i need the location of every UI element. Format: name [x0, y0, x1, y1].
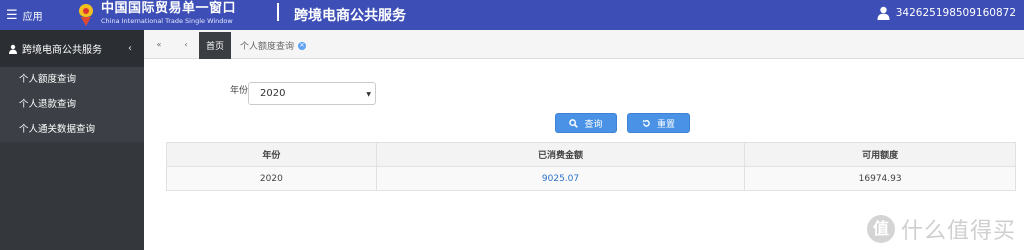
- sidebar: 跨境电商公共服务 ‹ 个人额度查询 个人退款查询 个人通关数据查询: [0, 30, 144, 250]
- menu-icon: ☰: [6, 7, 18, 23]
- cell-available-quota: 16974.93: [744, 166, 1016, 191]
- year-label: 年份: [230, 86, 249, 96]
- column-header-year[interactable]: 年份: [166, 142, 377, 167]
- tab-label: 个人额度查询: [240, 42, 295, 52]
- search-icon: [569, 118, 579, 128]
- single-window-emblem-icon: [79, 4, 93, 26]
- watermark-logo: 值: [866, 215, 895, 243]
- app-menu-label: 应用: [22, 11, 43, 23]
- close-icon[interactable]: ✕: [298, 41, 307, 50]
- quota-table: 年份 已消费金额 可用额度 2020 9025.07 16974.93: [166, 142, 1016, 191]
- sidebar-menu: 个人额度查询 个人退款查询 个人通关数据查询: [0, 67, 144, 142]
- watermark-text: 什么值得买: [900, 219, 1016, 244]
- brand-logo[interactable]: 中国国际贸易单一窗口 China International Trade Sin…: [101, 2, 236, 25]
- query-button[interactable]: 查询: [555, 113, 617, 133]
- tab-scroll-first-button[interactable]: «: [150, 30, 168, 59]
- table-row: 2020 9025.07 16974.93: [166, 166, 1016, 191]
- watermark: 值 什么值得买: [866, 213, 1016, 245]
- user-account[interactable]: 342625198509160872: [877, 6, 1016, 20]
- tab-quota-query[interactable]: 个人额度查询 ✕: [234, 32, 312, 59]
- query-button-label: 查询: [584, 119, 603, 130]
- column-header-consumed-amount[interactable]: 已消费金额: [375, 142, 746, 167]
- year-select-value: 2020: [260, 88, 286, 99]
- service-title: 跨境电商公共服务: [294, 8, 406, 24]
- person-icon: [9, 44, 17, 54]
- brand-name-cn: 中国国际贸易单一窗口: [101, 1, 237, 16]
- double-left-icon: «: [156, 40, 162, 49]
- sidebar-item-customs-data-query[interactable]: 个人通关数据查询: [0, 117, 144, 142]
- sidebar-item-quota-query[interactable]: 个人额度查询: [0, 67, 144, 92]
- sidebar-header[interactable]: 跨境电商公共服务 ‹: [0, 30, 144, 67]
- cell-consumed-amount[interactable]: 9025.07: [375, 166, 746, 191]
- table-header-row: 年份 已消费金额 可用额度: [166, 142, 1016, 167]
- app-menu-button[interactable]: ☰ 应用: [6, 6, 43, 24]
- caret-down-icon: ▼: [366, 91, 371, 98]
- refresh-icon: [642, 119, 650, 127]
- left-icon: ‹: [184, 40, 188, 49]
- brand-name-en: China International Trade Single Window: [101, 17, 233, 25]
- cell-year: 2020: [166, 166, 377, 191]
- header-divider: [277, 3, 279, 21]
- tab-scroll-prev-button[interactable]: ‹: [178, 30, 194, 59]
- tab-home[interactable]: 首页: [199, 32, 231, 59]
- sidebar-item-refund-query[interactable]: 个人退款查询: [0, 92, 144, 117]
- tab-bar: « ‹ 首页 个人额度查询 ✕: [144, 30, 1024, 59]
- column-header-available-quota[interactable]: 可用额度: [744, 142, 1016, 167]
- reset-button-label: 重置: [656, 119, 675, 130]
- chevron-left-icon[interactable]: ‹: [128, 43, 132, 54]
- user-id: 342625198509160872: [895, 7, 1016, 19]
- year-select[interactable]: 2020 ▼: [248, 82, 376, 105]
- top-header: ☰ 应用 中国国际贸易单一窗口 China International Trad…: [0, 0, 1024, 30]
- reset-button[interactable]: 重置: [627, 113, 690, 133]
- sidebar-title: 跨境电商公共服务: [22, 45, 102, 56]
- user-icon: [877, 6, 890, 20]
